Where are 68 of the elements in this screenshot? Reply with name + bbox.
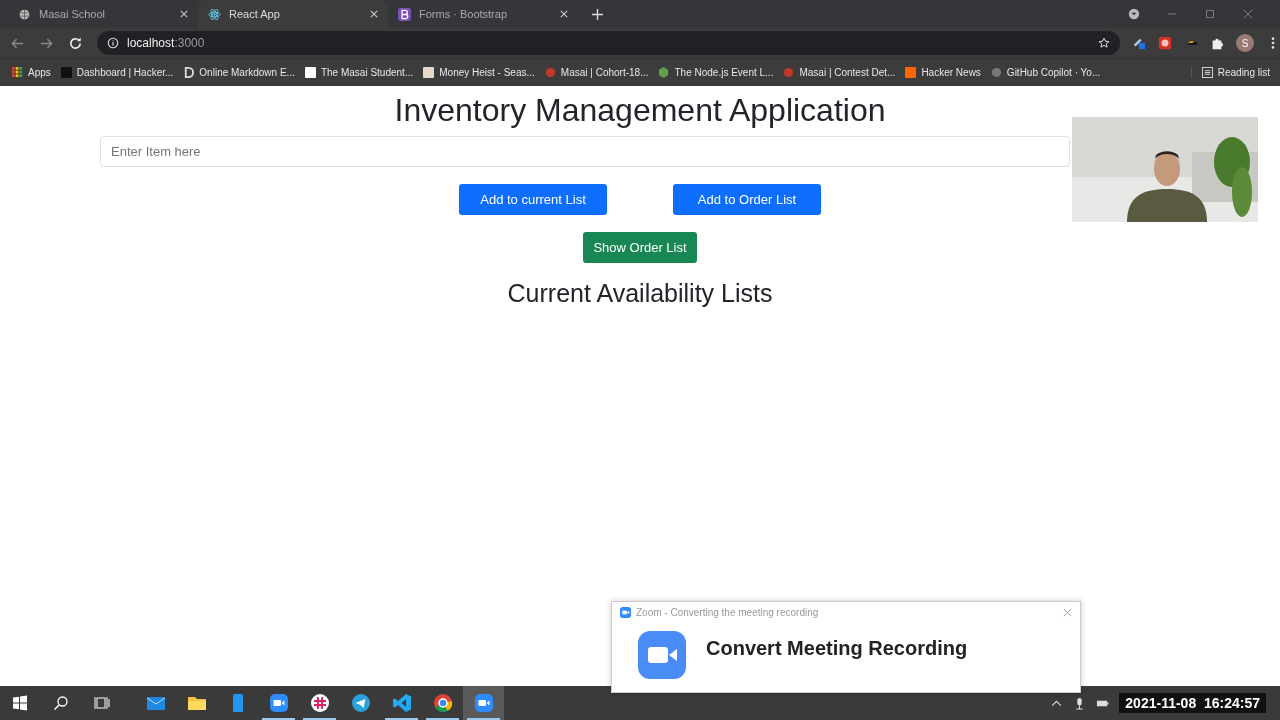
url-text: localhost:3000 — [127, 36, 205, 50]
address-bar[interactable]: localhost:3000 — [97, 31, 1120, 55]
profile-avatar[interactable]: S — [1236, 34, 1254, 52]
bookmark[interactable]: Dashboard | Hacker... — [60, 67, 174, 78]
bookmark[interactable]: Online Markdown E... — [183, 67, 295, 78]
hash-icon — [309, 693, 330, 713]
extension-icon[interactable] — [1158, 36, 1172, 50]
favicon-icon — [905, 67, 917, 78]
favicon-icon — [304, 67, 316, 78]
task-view-icon[interactable] — [94, 695, 110, 711]
bootstrap-icon — [398, 7, 411, 21]
favicon-icon — [990, 67, 1002, 78]
bookmark[interactable]: Apps — [12, 67, 51, 78]
browser-tab[interactable]: React App — [198, 0, 388, 28]
tab-title: Forms · Bootstrap — [419, 8, 509, 20]
paper-plane-icon — [350, 693, 371, 713]
star-icon[interactable] — [1098, 37, 1110, 49]
maximize-icon[interactable] — [1204, 8, 1216, 20]
page-title: Inventory Management Application — [394, 91, 886, 130]
add-button[interactable]: Add to current List — [459, 184, 607, 215]
show-order-list-button[interactable]: Show Order List — [583, 232, 697, 263]
section-heading: Current Availability Lists — [507, 279, 773, 308]
pen-icon[interactable] — [1132, 36, 1146, 50]
code-editor-icon — [391, 693, 412, 713]
bookmark[interactable]: Hacker News — [905, 67, 981, 78]
bookmark[interactable]: Masai | Cohort-18... — [544, 67, 649, 78]
favicon-icon — [60, 67, 72, 78]
tab-title: Masai School — [39, 8, 107, 20]
close-icon[interactable] — [180, 10, 188, 18]
new-tab-icon[interactable] — [592, 8, 603, 20]
puzzle-icon[interactable] — [1210, 36, 1224, 50]
hexagon-icon — [658, 67, 670, 78]
reading-list-button[interactable]: Reading list — [1190, 67, 1270, 78]
add-button[interactable]: Add to Order List — [673, 184, 821, 215]
browser-tab[interactable]: Forms · Bootstrap — [388, 0, 578, 28]
camera-icon — [638, 631, 686, 679]
atom-icon — [208, 7, 221, 21]
dialog-title: Zoom - Converting the meeting recording — [636, 607, 819, 618]
favicon-icon — [423, 67, 435, 78]
bookmark[interactable]: GitHub Copilot · Yo... — [990, 67, 1101, 78]
chrome-icon — [432, 693, 453, 713]
tab-search-icon[interactable] — [1128, 8, 1140, 20]
favicon-icon — [783, 67, 795, 78]
close-icon[interactable] — [370, 10, 378, 18]
search-icon[interactable] — [53, 695, 69, 711]
apps-grid-icon — [12, 67, 23, 78]
item-input-field[interactable]: Enter Item here — [100, 136, 1070, 167]
globe-icon — [18, 7, 31, 21]
favicon-icon — [544, 67, 556, 78]
list-icon — [1201, 67, 1213, 78]
dialog-heading: Convert Meeting Recording — [706, 636, 968, 660]
bookmark[interactable]: Masai | Contest Det... — [783, 67, 896, 78]
bookmark[interactable]: Money Heist - Seas... — [423, 67, 535, 78]
clock-timestamp: 2021-11-08 16:24:57 — [1119, 693, 1266, 713]
reload-icon[interactable] — [68, 35, 83, 51]
letter-d-icon — [183, 67, 195, 78]
info-icon — [107, 37, 119, 49]
bookmark[interactable]: The Masai Student... — [304, 67, 414, 78]
tab-title: React App — [229, 8, 281, 20]
camera-icon — [473, 693, 494, 713]
browser-tab[interactable]: Masai School — [8, 0, 198, 28]
taskbar-app[interactable] — [463, 686, 504, 720]
camera-icon — [268, 693, 289, 713]
close-icon[interactable] — [560, 10, 568, 18]
bookmark[interactable]: The Node.js Event L... — [658, 67, 774, 78]
close-icon[interactable] — [1242, 8, 1254, 20]
windows-start-icon[interactable] — [12, 695, 28, 711]
camera-icon — [620, 607, 631, 618]
